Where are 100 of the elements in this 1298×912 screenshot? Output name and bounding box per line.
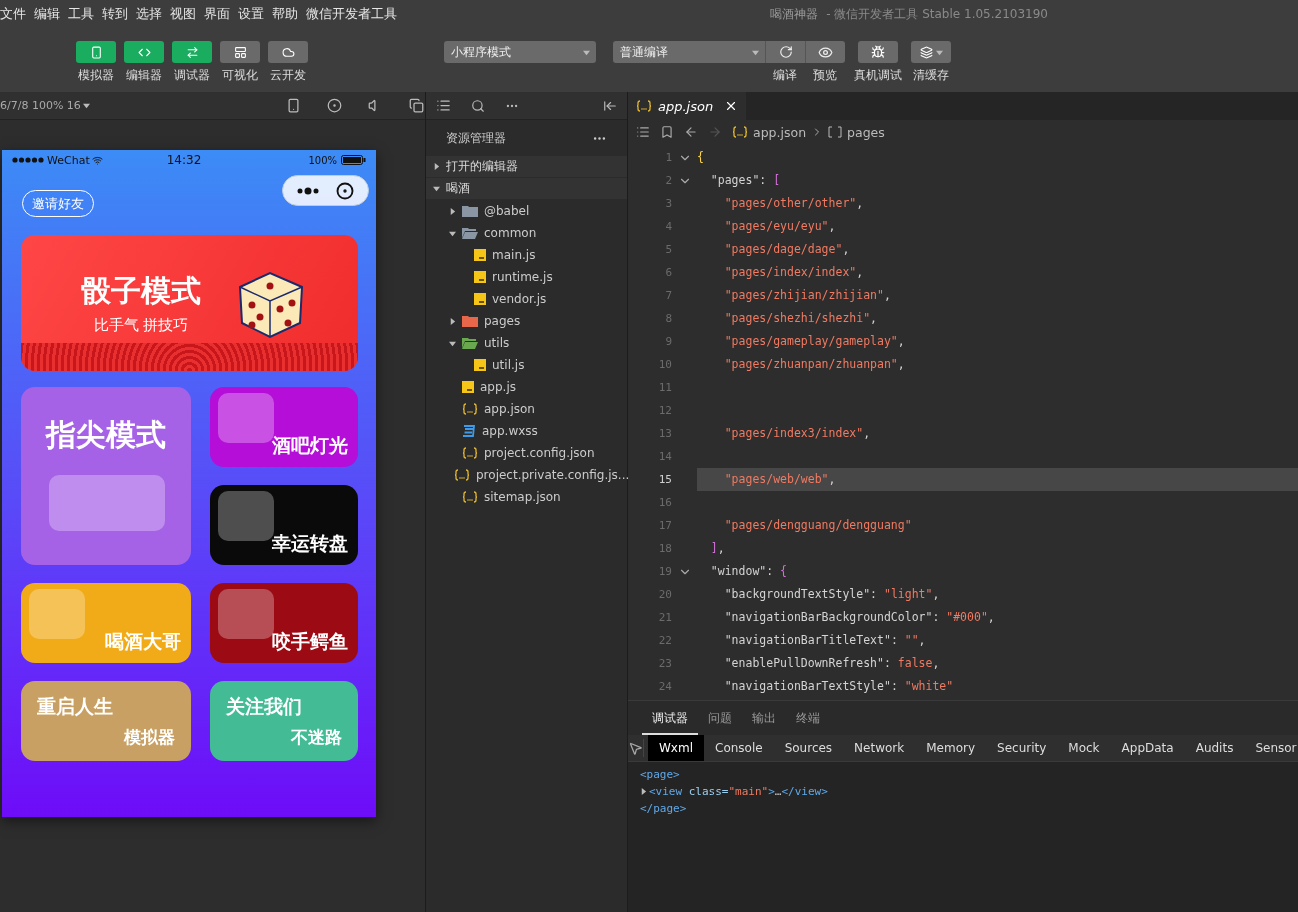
file-tree-item[interactable]: vendor.js [426,288,627,310]
js-file-icon [474,293,486,305]
menu-item[interactable]: 界面 [200,5,234,23]
close-icon[interactable] [724,99,738,113]
caret-down-icon[interactable] [82,102,90,109]
clear-cache-button[interactable] [911,41,951,63]
file-tree-item[interactable]: @babel [426,200,627,222]
code-line: ], [709,540,726,557]
compile-dropdown[interactable]: 普通编译 [613,41,765,63]
devtools-tab[interactable]: Mock [1057,735,1111,761]
record-icon[interactable] [326,98,342,113]
line-number: 24 [657,680,672,693]
menu-item[interactable]: 微信开发者工具 [302,5,401,23]
smartphone-icon[interactable] [285,98,301,113]
code-line: "pages/other/other", [723,195,865,212]
toolbar-label: 编辑器 [126,67,162,84]
menu-item[interactable]: 文件 [0,5,30,23]
menu-item[interactable]: 帮助 [268,5,302,23]
editor-tab[interactable]: app.json [628,92,746,120]
file-tree-item[interactable]: project.private.config.js... [426,464,627,486]
devtools-tab[interactable]: Sensor [1244,735,1298,761]
collapse-panel-icon[interactable] [603,98,617,113]
preview-button[interactable] [805,41,845,63]
inspect-icon[interactable] [628,740,643,756]
back-arrow-icon[interactable] [684,125,698,139]
card-title: 关注我们 [226,693,302,719]
game-card[interactable]: 酒吧灯光 [210,387,358,467]
menu-item[interactable]: 设置 [234,5,268,23]
devtools-tab[interactable]: Console [704,735,774,761]
caret-right-icon[interactable] [433,163,440,170]
file-tree-item[interactable]: app.wxss [426,420,627,442]
caret-down-icon[interactable] [448,229,456,237]
line-number: 19 [657,565,672,578]
panel-toggle-button[interactable] [220,41,260,63]
compile-button[interactable] [765,41,805,63]
bookmark-icon[interactable] [660,125,674,139]
menu-item[interactable]: 工具 [64,5,98,23]
caret-right-icon[interactable] [448,317,456,325]
caret-down-icon[interactable] [433,185,440,192]
file-tree-item[interactable]: utils [426,332,627,354]
search-icon[interactable] [471,98,485,113]
devtools-tab[interactable]: AppData [1110,735,1185,761]
breadcrumb-item[interactable]: pages [847,124,885,140]
wxml-node[interactable]: <page> [640,768,680,781]
mode-dropdown[interactable]: 小程序模式 [444,41,596,63]
file-tree-item[interactable]: main.js [426,244,627,266]
devtools-tab[interactable]: Audits [1184,735,1245,761]
panel-tab[interactable]: 问题 [698,701,742,735]
windows-icon[interactable] [408,98,424,113]
breadcrumb-item[interactable]: app.json [753,124,807,140]
devtools-tab[interactable]: Network [843,735,916,761]
file-tree-item[interactable]: pages [426,310,627,332]
panel-toggle-button[interactable] [124,41,164,63]
banner-card[interactable]: 骰子模式 比手气 拼技巧 [21,235,358,371]
caret-right-icon[interactable] [448,207,456,215]
panel-tab[interactable]: 终端 [786,701,830,735]
menu-item[interactable]: 选择 [132,5,166,23]
devtools-tab[interactable]: Sources [773,735,844,761]
line-number: 11 [657,381,672,394]
banner-subtitle: 比手气 拼技巧 [93,316,189,335]
list-icon[interactable] [436,98,451,113]
list-icon[interactable] [636,125,650,139]
menu-item[interactable]: 编辑 [30,5,64,23]
caret-down-icon[interactable] [448,339,456,347]
panel-tab[interactable]: 输出 [742,701,786,735]
line-number: 6 [664,266,672,279]
panel-toggle-button[interactable] [268,41,308,63]
capsule-menu-button[interactable] [282,175,369,206]
wxml-node[interactable]: </page> [640,802,687,815]
file-tree-item[interactable]: common [426,222,627,244]
card-title: 酒吧灯光 [272,433,348,458]
line-number: 12 [657,404,672,417]
code-line: "pages/index/index", [723,264,865,281]
code-line: "navigationBarTitleText": "", [723,632,927,649]
game-card[interactable]: 咬手鳄鱼 [210,583,358,663]
menu-item[interactable]: 转到 [98,5,132,23]
devtools-tab[interactable]: Security [986,735,1058,761]
menu-item[interactable]: 视图 [166,5,200,23]
devtools-tab[interactable]: Memory [915,735,987,761]
devtools-tab[interactable]: Wxml [648,735,704,761]
carrier-name: WeChat [47,153,90,167]
caret-right-icon[interactable] [640,788,647,795]
device-selector[interactable]: 6/7/8 100% 16 [0,99,90,112]
file-tree-item[interactable]: sitemap.json [426,486,627,508]
battery-icon [341,155,366,165]
file-tree-item[interactable]: app.json [426,398,627,420]
panel-toggle-button[interactable] [172,41,212,63]
file-tree-item[interactable]: runtime.js [426,266,627,288]
line-number: 23 [657,657,672,670]
wxml-node[interactable]: <view class="main">…</view> [649,785,828,798]
file-tree-item[interactable]: project.config.json [426,442,627,464]
game-card[interactable]: 指尖模式 [21,387,191,565]
explorer-section[interactable]: 喝酒 [426,178,627,200]
file-tree-item[interactable]: util.js [426,354,627,376]
panel-toggle-button[interactable] [76,41,116,63]
explorer-section[interactable]: 打开的编辑器 [426,156,627,178]
debug-button[interactable] [858,41,898,63]
game-card[interactable]: 幸运转盘 [210,485,358,565]
file-tree-item[interactable]: app.js [426,376,627,398]
code-line: "window": { [709,563,789,580]
